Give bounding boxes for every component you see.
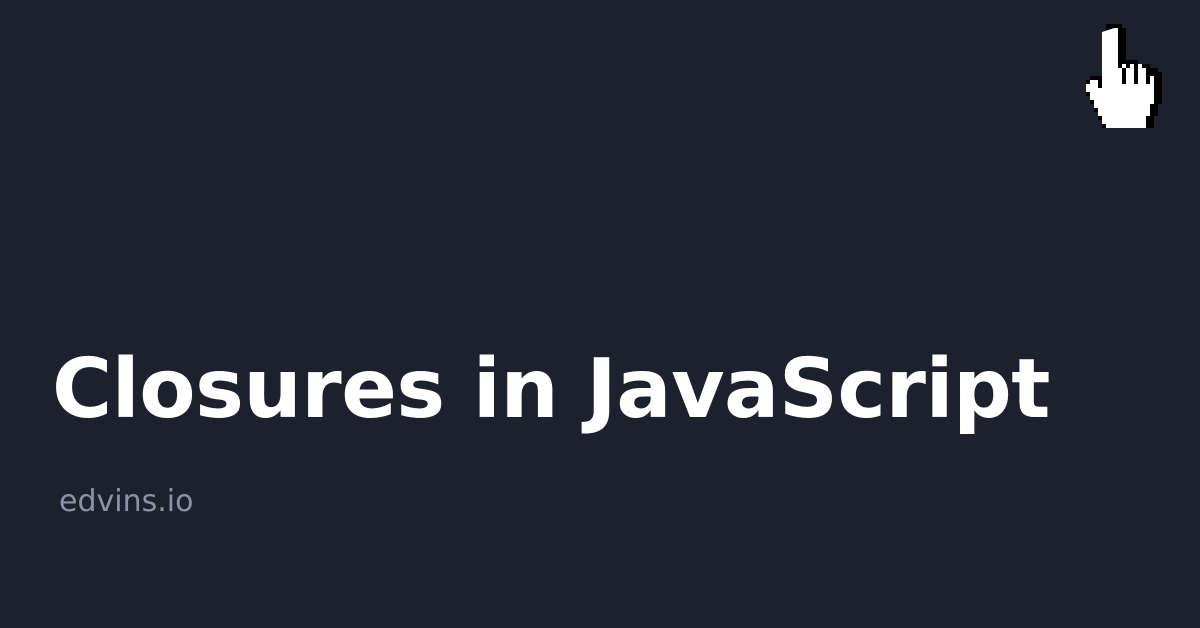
social-card: Closures in JavaScript edvins.io bbox=[0, 0, 1200, 628]
hand-pointer-icon bbox=[1086, 24, 1162, 128]
site-domain: edvins.io bbox=[59, 484, 194, 519]
page-title: Closures in JavaScript bbox=[52, 342, 1050, 437]
